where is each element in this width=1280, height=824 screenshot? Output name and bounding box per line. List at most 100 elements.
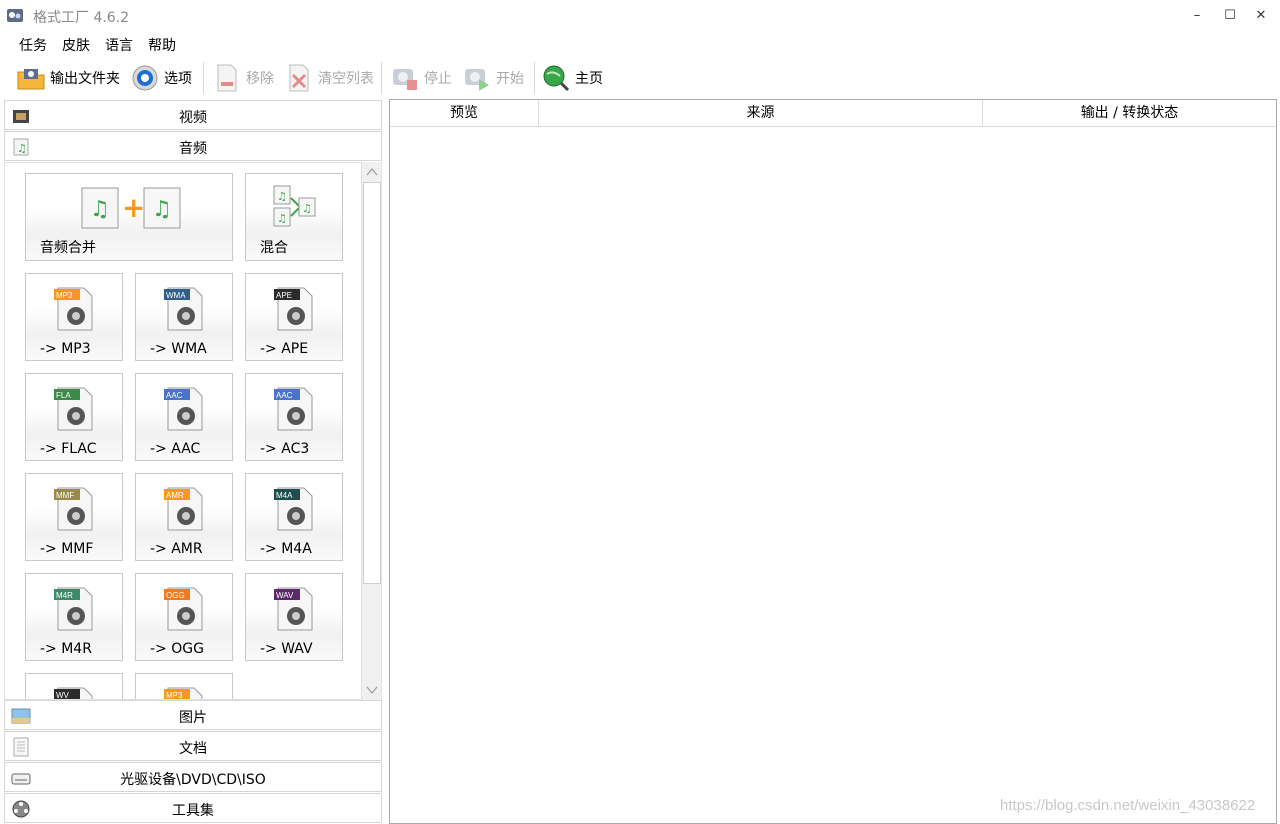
tile-label: -> WAV xyxy=(260,641,313,657)
watermark: https://blog.csdn.net/weixin_43038622 xyxy=(1000,797,1256,814)
start-icon xyxy=(465,69,489,91)
audio-file-icon: MMF xyxy=(54,487,93,531)
clear-list-button[interactable]: 清空列表 xyxy=(284,61,374,95)
close-button[interactable]: ✕ xyxy=(1250,6,1272,26)
audio-file-icon: WAV xyxy=(274,587,313,631)
left-panel: 视频 ♫ 音频 ♫ + ♫ 音频合并 ♫ ♫ ♫ 混合 MP3 -> MP3 WMA -> WMA AP… xyxy=(4,100,384,824)
audio-format-tile[interactable]: AAC -> AC3 xyxy=(245,373,343,461)
audio-format-tile[interactable]: M4A -> M4A xyxy=(245,473,343,561)
svg-text:WV: WV xyxy=(56,691,70,700)
menu-language[interactable]: 语言 xyxy=(105,35,133,55)
menu-task[interactable]: 任务 xyxy=(19,35,47,55)
audio-format-tile[interactable]: MP3 -> MP3 xyxy=(25,273,123,361)
home-label: 主页 xyxy=(575,71,603,87)
options-button[interactable]: 选项 xyxy=(130,61,192,95)
maximize-button[interactable]: ☐ xyxy=(1219,6,1241,26)
clear-list-label: 清空列表 xyxy=(318,71,374,87)
tile-label: -> MP3 xyxy=(40,341,91,357)
category-disc[interactable]: 光驱设备\DVD\CD\ISO xyxy=(4,762,382,792)
svg-text:♫: ♫ xyxy=(152,197,172,222)
toolbar-separator xyxy=(203,62,204,94)
close-icon: ✕ xyxy=(1255,8,1267,23)
scroll-up-icon[interactable] xyxy=(362,162,382,182)
minimize-button[interactable]: – xyxy=(1186,6,1208,26)
category-document[interactable]: 文档 xyxy=(4,731,382,761)
category-tools[interactable]: 工具集 xyxy=(4,793,382,823)
audio-format-tile[interactable]: MMF -> MMF xyxy=(25,473,123,561)
audio-format-tile[interactable]: ♫ ♫ ♫ 混合 xyxy=(245,173,343,261)
home-button[interactable]: 主页 xyxy=(541,61,603,95)
stop-label: 停止 xyxy=(424,71,452,87)
svg-text:MP3: MP3 xyxy=(56,291,73,300)
audio-format-tile[interactable]: APE -> APE xyxy=(245,273,343,361)
remove-label: 移除 xyxy=(246,71,274,87)
output-folder-button[interactable]: 输出文件夹 xyxy=(16,61,120,95)
audio-file-icon: WV xyxy=(54,687,93,700)
task-list-panel[interactable]: 预览 来源 输出 / 转换状态 xyxy=(389,99,1277,824)
window-title: 格式工厂 4.6.2 xyxy=(33,10,130,26)
audio-merge-icon: ♫ + ♫ xyxy=(81,187,181,229)
category-image-label: 图片 xyxy=(179,710,207,726)
clear-list-icon xyxy=(289,64,309,92)
category-document-label: 文档 xyxy=(179,741,207,757)
audio-format-tile[interactable]: M4R -> M4R xyxy=(25,573,123,661)
audio-format-tile[interactable]: MP3 xyxy=(135,673,233,700)
svg-text:WAV: WAV xyxy=(276,591,294,600)
column-preview[interactable]: 预览 xyxy=(390,100,539,127)
category-audio[interactable]: ♫ 音频 xyxy=(4,131,382,161)
audio-file-icon: AMR xyxy=(164,487,203,531)
start-button[interactable]: 开始 xyxy=(462,61,524,95)
audio-file-icon: WMA xyxy=(164,287,203,331)
svg-text:♫: ♫ xyxy=(277,190,287,203)
audio-file-icon: MP3 xyxy=(54,287,93,331)
category-audio-label: 音频 xyxy=(179,141,207,157)
svg-text:MP3: MP3 xyxy=(166,691,183,700)
tile-label: -> APE xyxy=(260,341,309,357)
scroll-down-icon[interactable] xyxy=(362,680,382,700)
tile-label: -> AMR xyxy=(150,541,203,557)
audio-format-tile[interactable]: ♫ + ♫ 音频合并 xyxy=(25,173,233,261)
svg-text:♫: ♫ xyxy=(277,212,287,225)
svg-text:MMF: MMF xyxy=(56,491,74,500)
tile-label: -> M4A xyxy=(260,541,312,557)
toolbar-separator xyxy=(534,62,535,94)
column-output-status[interactable]: 输出 / 转换状态 xyxy=(983,100,1276,127)
svg-text:♫: ♫ xyxy=(302,202,312,215)
maximize-icon: ☐ xyxy=(1224,8,1236,23)
scroll-thumb[interactable] xyxy=(363,182,381,584)
tile-scrollbar[interactable] xyxy=(361,162,381,700)
audio-file-icon: APE xyxy=(274,287,313,331)
category-video-label: 视频 xyxy=(179,110,207,126)
audio-format-tile[interactable]: FLA -> FLAC xyxy=(25,373,123,461)
svg-text:OGG: OGG xyxy=(166,591,185,600)
audio-format-tile[interactable]: WAV -> WAV xyxy=(245,573,343,661)
category-video[interactable]: 视频 xyxy=(4,100,382,130)
start-label: 开始 xyxy=(496,71,524,87)
audio-file-icon: AAC xyxy=(164,387,203,431)
audio-file-icon: OGG xyxy=(164,587,203,631)
stop-button[interactable]: 停止 xyxy=(390,61,452,95)
tile-label: 音频合并 xyxy=(40,240,96,256)
audio-format-tile[interactable]: AAC -> AAC xyxy=(135,373,233,461)
category-image[interactable]: 图片 xyxy=(4,700,382,730)
remove-file-icon xyxy=(217,64,237,92)
column-source[interactable]: 来源 xyxy=(539,100,983,127)
svg-text:M4A: M4A xyxy=(276,491,293,500)
globe-search-icon xyxy=(543,65,570,92)
tile-label: -> AC3 xyxy=(260,441,310,457)
audio-format-tile[interactable]: AMR -> AMR xyxy=(135,473,233,561)
audio-format-tile[interactable]: WMA -> WMA xyxy=(135,273,233,361)
remove-button[interactable]: 移除 xyxy=(212,61,274,95)
app-icon xyxy=(7,9,23,22)
tile-label: 混合 xyxy=(260,240,288,256)
tile-label: -> WMA xyxy=(150,341,207,357)
svg-text:FLA: FLA xyxy=(56,391,71,400)
stop-icon xyxy=(393,69,417,90)
audio-file-icon: MP3 xyxy=(164,687,203,700)
audio-format-tile[interactable]: OGG -> OGG xyxy=(135,573,233,661)
menu-help[interactable]: 帮助 xyxy=(148,35,176,55)
toolbar-separator xyxy=(381,62,382,94)
output-folder-label: 输出文件夹 xyxy=(50,71,120,87)
audio-format-tile[interactable]: WV xyxy=(25,673,123,700)
menu-skin[interactable]: 皮肤 xyxy=(62,35,90,55)
